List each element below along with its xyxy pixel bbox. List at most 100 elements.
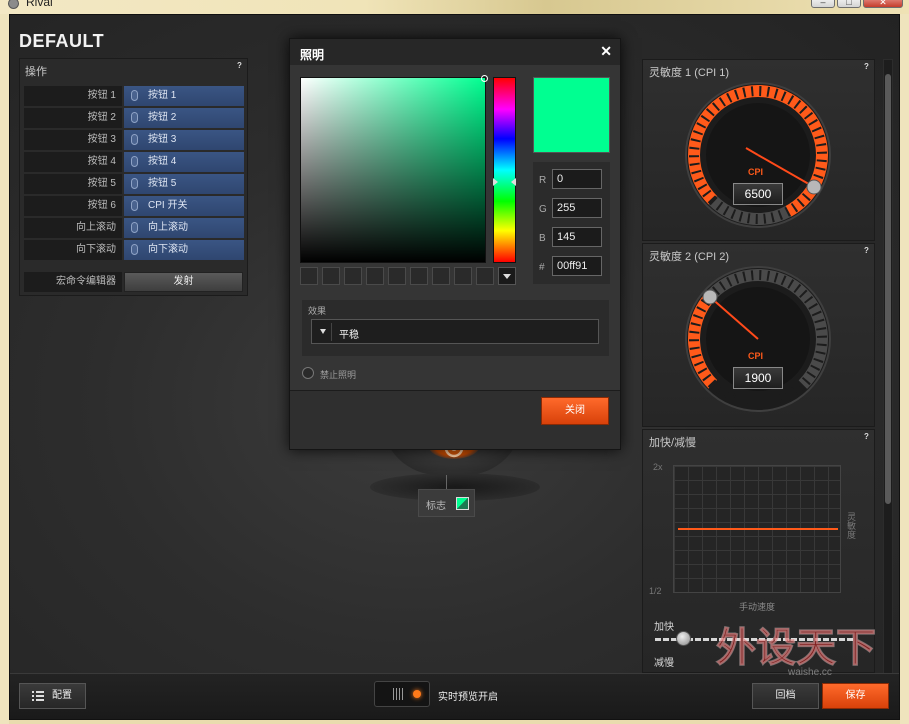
button-action-select[interactable]: 按钮 5	[124, 174, 244, 194]
fire-button[interactable]: 发射	[124, 272, 243, 292]
effect-label: 效果	[308, 306, 327, 316]
cpi-1-value[interactable]: 6500	[733, 183, 783, 205]
dialog-header: 照明 ✕	[290, 39, 620, 65]
button-action-label: 向上滚动	[148, 222, 188, 233]
color-swatch[interactable]	[366, 267, 384, 285]
dialog-footer: 关闭	[290, 390, 620, 449]
hex-input[interactable]: 00ff91	[552, 256, 602, 276]
effect-panel: 效果 平稳	[302, 300, 609, 356]
color-swatch[interactable]	[344, 267, 362, 285]
chevron-down-icon	[503, 274, 511, 279]
profile-title: DEFAULT	[19, 31, 105, 51]
red-input[interactable]: 0	[552, 169, 602, 189]
sensitivity-1-panel: 灵敏度 1 (CPI 1) ? 6500 CPI	[642, 59, 875, 241]
button-action-select[interactable]: 按钮 3	[124, 130, 244, 150]
color-swatch[interactable]	[322, 267, 340, 285]
list-icon	[32, 691, 44, 701]
color-swatch[interactable]	[476, 267, 494, 285]
save-button[interactable]: 保存	[822, 683, 889, 709]
disable-lighting-label: 禁止照明	[320, 370, 357, 380]
acceleration-panel: 加快/减慢 ? 2x 1/2 手动速度 灵敏度 加快 减慢	[642, 429, 875, 673]
lighting-dialog: 照明 ✕ R 0 G 255 B 145 # 00ff91 效果 平稳 禁止照明…	[289, 38, 621, 450]
color-swatch[interactable]	[410, 267, 428, 285]
button-action-label: 按钮 2	[148, 112, 177, 123]
hue-slider-arrow-left-icon[interactable]	[493, 178, 498, 186]
y-axis-top-label: 2x	[653, 462, 663, 472]
acceleration-curve	[678, 528, 838, 530]
button-action-label: 按钮 5	[148, 178, 177, 189]
color-saturation-picker[interactable]	[300, 75, 488, 263]
mouse-icon	[131, 178, 138, 189]
button-action-label: CPI 开关	[148, 200, 188, 211]
sensitivity-2-label: 灵敏度 2 (CPI 2)	[649, 251, 730, 263]
color-swatch[interactable]	[388, 267, 406, 285]
right-scrollbar[interactable]	[883, 59, 893, 687]
button-name: 按钮 1	[24, 86, 122, 106]
mouse-icon	[131, 156, 138, 167]
color-picker-cursor[interactable]	[481, 75, 488, 82]
live-preview-toggle[interactable]	[374, 681, 430, 707]
effect-select[interactable]: 平稳	[311, 319, 599, 344]
button-row: 按钮 2 按钮 2	[24, 108, 244, 128]
button-action-select[interactable]: 向下滚动	[124, 240, 244, 260]
button-action-select[interactable]: 按钮 4	[124, 152, 244, 172]
button-name: 按钮 4	[24, 152, 122, 172]
g-label: G	[539, 204, 547, 215]
cpi-1-gauge[interactable]	[683, 80, 833, 230]
button-name: 向上滚动	[24, 218, 122, 238]
macro-editor-label: 宏命令编辑器	[24, 272, 122, 292]
help-icon[interactable]: ?	[862, 62, 871, 71]
disable-lighting-checkbox[interactable]	[302, 367, 314, 379]
cpi-2-gauge[interactable]	[683, 264, 833, 414]
x-axis-label: 手动速度	[739, 602, 776, 612]
accelerate-slider-thumb[interactable]	[676, 631, 691, 646]
blue-input[interactable]: 145	[552, 227, 602, 247]
close-icon[interactable]: ✕	[600, 43, 612, 60]
button-action-select[interactable]: CPI 开关	[124, 196, 244, 216]
hue-slider-arrow-right-icon[interactable]	[511, 178, 516, 186]
operations-panel: 操作 ? 按钮 1 按钮 1 按钮 2 按钮 2 按钮 3 按钮 3 按钮 4 …	[19, 58, 248, 296]
button-row: 向下滚动 向下滚动	[24, 240, 244, 260]
dialog-title: 照明	[300, 48, 325, 62]
toggle-on-indicator	[413, 690, 421, 698]
button-row: 按钮 4 按钮 4	[24, 152, 244, 172]
swatch-dropdown-button[interactable]	[498, 267, 516, 285]
logo-lighting-tag[interactable]: 标志	[418, 489, 475, 517]
color-swatch[interactable]	[300, 267, 318, 285]
logo-color-swatch[interactable]	[456, 497, 469, 510]
cpi-2-value[interactable]: 1900	[733, 367, 783, 389]
acceleration-graph	[673, 465, 841, 593]
close-window-button[interactable]: ✕	[863, 0, 903, 8]
button-row: 按钮 3 按钮 3	[24, 130, 244, 150]
color-swatch[interactable]	[454, 267, 472, 285]
chevron-down-icon	[320, 329, 326, 334]
help-icon[interactable]: ?	[235, 61, 244, 70]
minimize-button[interactable]: –	[811, 0, 835, 8]
button-action-select[interactable]: 按钮 2	[124, 108, 244, 128]
green-input[interactable]: 255	[552, 198, 602, 218]
scrollbar-thumb[interactable]	[885, 74, 891, 504]
help-icon[interactable]: ?	[862, 246, 871, 255]
button-action-label: 按钮 4	[148, 156, 177, 167]
logo-tag-connector	[446, 475, 447, 489]
mouse-icon	[131, 134, 138, 145]
button-action-select[interactable]: 按钮 1	[124, 86, 244, 106]
button-row: 向上滚动 向上滚动	[24, 218, 244, 238]
button-name: 按钮 2	[24, 108, 122, 128]
maximize-button[interactable]: □	[837, 0, 861, 8]
button-action-select[interactable]: 向上滚动	[124, 218, 244, 238]
config-button[interactable]: 配置	[19, 683, 86, 709]
toggle-grip-icon	[393, 688, 405, 700]
button-action-label: 按钮 3	[148, 134, 177, 145]
decelerate-label: 减慢	[654, 658, 674, 669]
r-label: R	[539, 175, 547, 186]
close-button[interactable]: 关闭	[541, 397, 609, 425]
help-icon[interactable]: ?	[862, 432, 871, 441]
color-swatch[interactable]	[432, 267, 450, 285]
revert-button[interactable]: 回档	[752, 683, 819, 709]
app-icon	[8, 0, 19, 9]
hue-slider[interactable]	[493, 77, 516, 263]
live-preview-label: 实时预览开启	[438, 692, 498, 703]
hex-label: #	[539, 262, 545, 273]
operations-label: 操作	[25, 66, 47, 78]
